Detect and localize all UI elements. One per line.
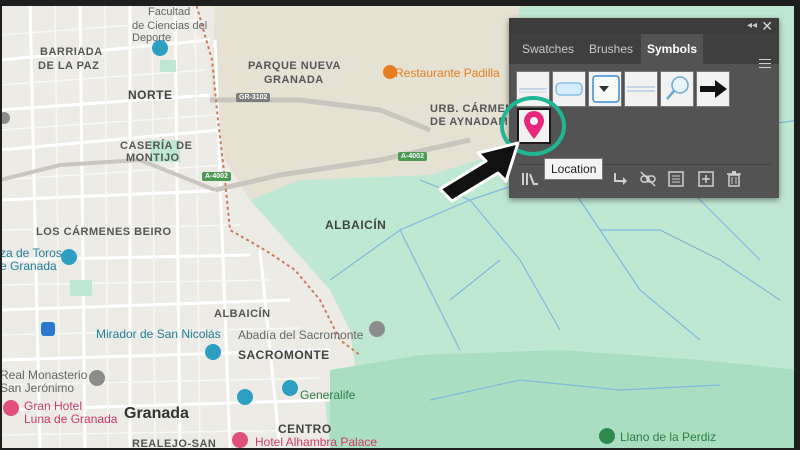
map-label-granada-area: GRANADA: [264, 74, 324, 86]
symbol-dropdown-button[interactable]: [588, 71, 622, 107]
map-label-parque-nueva: PARQUE NUEVA: [248, 60, 341, 72]
symbol-magnifier[interactable]: [660, 71, 694, 107]
dropdown-button-icon: [592, 75, 620, 103]
map-label-generalife: Generalife: [300, 388, 356, 402]
symbol-double-line[interactable]: [624, 71, 658, 107]
map-label-plaza-granada: e Granada: [0, 259, 57, 273]
tab-symbols[interactable]: Symbols: [641, 34, 703, 64]
map-label-albaicin-small: ALBAICÍN: [214, 308, 271, 320]
new-symbol-icon[interactable]: [697, 170, 715, 188]
map-label-real-monasterio: Real Monasterio: [0, 368, 88, 382]
panel-titlebar[interactable]: ◂◂ ✕: [509, 18, 779, 34]
panel-menu-icon[interactable]: [759, 59, 771, 69]
window-frame-left: [0, 0, 2, 450]
map-label-hotel-luna-1: Gran Hotel: [24, 399, 83, 413]
map-label-barriada: BARRIADA: [40, 46, 103, 58]
tab-swatches[interactable]: Swatches: [513, 34, 583, 64]
map-label-mirador: Mirador de San Nicolás: [96, 327, 221, 341]
map-label-llano: Llano de la Perdiz: [620, 430, 717, 444]
map-label-plaza-toros: za de Toros: [0, 246, 62, 260]
road-badge-gr3102: GR-3102: [236, 93, 271, 102]
close-panel-button[interactable]: ✕: [761, 18, 773, 34]
delete-icon[interactable]: [725, 170, 743, 188]
map-label-de-la-paz: DE LA PAZ: [38, 60, 100, 72]
map-label-caseria: CASERÍA DE: [120, 140, 193, 152]
break-link-icon[interactable]: [639, 170, 657, 188]
map-label-albaicin-district: ALBAICÍN: [325, 218, 387, 232]
place-symbol-icon[interactable]: [611, 170, 629, 188]
map-label-granada-city: Granada: [124, 405, 189, 422]
map-label-montijo: MONTIJO: [126, 152, 180, 164]
symbol-arrow[interactable]: [696, 71, 730, 107]
map-label-facultad: Facultad: [148, 6, 191, 18]
magnifier-icon: [666, 76, 689, 100]
symbol-options-icon[interactable]: [667, 170, 685, 188]
collapse-panel-button[interactable]: ◂◂: [747, 19, 757, 33]
map-label-hotel-alhambra: Hotel Alhambra Palace: [255, 435, 378, 449]
map-label-urb-carmen: URB. CÁRMEN: [430, 103, 514, 115]
symbol-tooltip: Location: [544, 158, 604, 180]
symbol-blue-bar[interactable]: [552, 71, 586, 107]
map-label-ciencias: de Ciencias del Deporte: [132, 20, 208, 44]
tab-brushes[interactable]: Brushes: [583, 34, 639, 64]
arrow-icon: [700, 80, 727, 98]
panel-tabbar: Swatches Brushes Symbols: [509, 34, 779, 68]
double-line-icon: [627, 86, 655, 92]
map-label-centro: CENTRO: [278, 422, 332, 436]
map-label-sacromonte: SACROMONTE: [238, 348, 330, 362]
road-badge-a4002-left: A-4002: [202, 172, 231, 181]
map-label-hotel-luna-2: Luna de Granada: [24, 412, 118, 426]
map-label-norte: NORTE: [128, 88, 173, 102]
map-label-los-carmenes: LOS CÁRMENES BEIRO: [36, 226, 172, 238]
pointer-arrow-icon: [438, 141, 520, 203]
map-label-san-jeronimo: San Jerónimo: [0, 381, 75, 395]
road-badge-a4002-right: A-4002: [398, 152, 427, 161]
map-label-restaurante: Restaurante Padilla: [395, 66, 500, 80]
map-label-aynadam: DE AYNADAM: [430, 116, 509, 128]
blue-bar-icon: [555, 82, 583, 96]
window-frame-right: [794, 0, 800, 450]
map-label-abadia: Abadía del Sacromonte: [238, 328, 364, 342]
window-frame-top: [0, 0, 800, 6]
